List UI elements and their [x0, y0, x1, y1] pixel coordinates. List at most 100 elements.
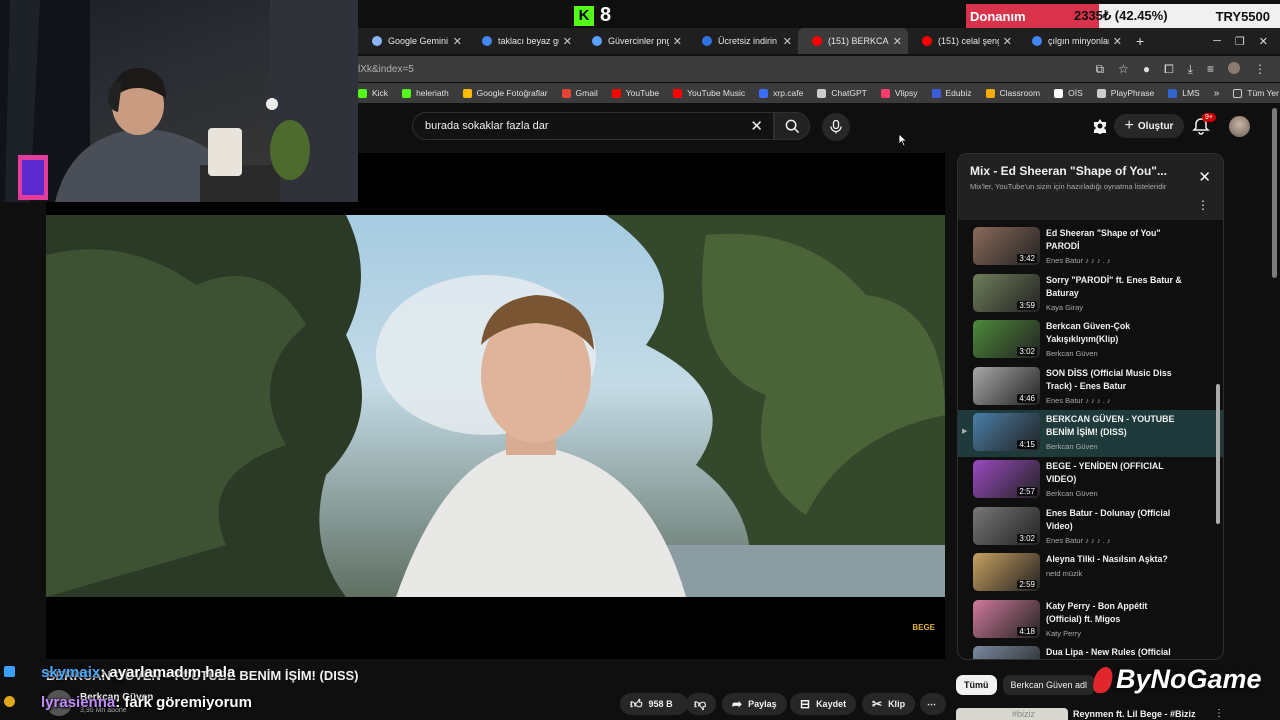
playlist-more-icon[interactable]: ⋮	[1197, 198, 1209, 212]
restore-icon[interactable]: ❐	[1235, 35, 1245, 48]
playlist-title[interactable]: Mix - Ed Sheeran "Shape of You"...	[970, 164, 1180, 178]
playlist-item-title: Ed Sheeran "Shape of You" PARODİ	[1046, 228, 1161, 251]
next-video-thumbnail[interactable]: #biziz	[956, 708, 1068, 720]
playlist-item-title: SON DİSS (Official Music Diss Track) - E…	[1046, 367, 1172, 391]
playlist-item-title: BERKCAN GÜVEN - YOUTUBE BENİM İŞİM! (DIS…	[1046, 414, 1175, 438]
bookmark-label: Classroom	[999, 88, 1041, 98]
cast-icon[interactable]: ⧉	[1095, 62, 1104, 77]
chip-bar: Tümü Berkcan Güven adl	[956, 675, 1096, 695]
video-player[interactable]	[46, 215, 945, 597]
playlist-item[interactable]: 2:57 BEGE - YENİDEN (OFFICIAL VIDEO) Berkc…	[958, 457, 1223, 504]
tab-close-icon[interactable]: ✕	[893, 35, 902, 48]
playlist-item[interactable]: 3:59 Sorry "PARODİ" ft. Enes Batur & Batu…	[958, 271, 1223, 318]
bookmark-label: Kick	[372, 88, 389, 98]
bookmark-item[interactable]: Classroom	[985, 88, 1041, 98]
playlist-item-title: BEGE - YENİDEN (OFFICIAL VIDEO)	[1046, 460, 1164, 484]
url-text[interactable]: lXk&index=5	[358, 64, 414, 75]
chat-username: skymaix	[41, 664, 101, 681]
bookmark-label: PlayPhrase	[1110, 88, 1155, 98]
bookmark-item[interactable]: ChatGPT	[817, 88, 867, 98]
dislike-button[interactable]: 👎︎	[686, 693, 716, 715]
next-video-more-icon[interactable]: ⋮	[1214, 708, 1224, 719]
bookmark-item[interactable]: Edubiz	[931, 88, 972, 98]
bookmarks-overflow-icon[interactable]: »	[1214, 88, 1220, 99]
tab-close-icon[interactable]: ✕	[783, 35, 792, 48]
new-tab-button[interactable]: +	[1136, 33, 1144, 49]
close-window-icon[interactable]: ✕	[1259, 35, 1268, 48]
bookmark-item[interactable]: OİS	[1054, 88, 1083, 98]
tab-close-icon[interactable]: ✕	[1113, 35, 1122, 48]
bookmark-item[interactable]: Gmail	[561, 88, 598, 98]
clip-button[interactable]: ✂ Klip	[862, 693, 916, 715]
tab-label: çılgın minyonlar w	[1048, 36, 1109, 46]
download-icon[interactable]: ⤓	[1188, 62, 1193, 77]
video-duration: 3:02	[1017, 533, 1037, 543]
tab-label: (151) celal şengör	[938, 36, 999, 46]
extension-icon[interactable]: ●	[1143, 62, 1150, 77]
bookmark-item[interactable]: YouTube	[611, 88, 660, 98]
next-video-title[interactable]: Reynmen ft. Lil Bege - #Biziz	[1073, 709, 1196, 719]
bookmark-item[interactable]: xrp.cafe	[759, 88, 803, 98]
bookmark-item[interactable]: LMS	[1168, 88, 1200, 98]
chip-channel[interactable]: Berkcan Güven adl	[1002, 675, 1096, 695]
more-actions-button[interactable]: ⋯	[920, 693, 946, 715]
playlist-item[interactable]: 3:02 Berkcan Güven-Çok Yakışıklıyım(Klip)…	[958, 317, 1223, 364]
playlist-item[interactable]: 4:46 SON DİSS (Official Music Diss Track)…	[958, 364, 1223, 411]
mouse-cursor-icon	[898, 133, 908, 147]
profile-avatar[interactable]	[1228, 61, 1240, 74]
tab-close-icon[interactable]: ✕	[453, 35, 462, 48]
playlist-item[interactable]: 3:42 Ed Sheeran "Shape of You" PARODİ Enes…	[958, 224, 1223, 271]
bookmark-label: YouTube	[625, 88, 660, 98]
bookmark-label: heleriath	[416, 88, 449, 98]
cast-to-tv-icon[interactable]	[1092, 118, 1108, 135]
browser-tab[interactable]: Google Gemini ✕	[358, 28, 468, 54]
playlist-item-channel: Kaya Giray	[1046, 302, 1084, 312]
search-input[interactable]: burada sokaklar fazla dar ✕	[412, 112, 774, 140]
playlist-item[interactable]: 2:59 Aleyna Tilki - Nasılsın Aşkta? netd m…	[958, 550, 1223, 597]
voice-search-button[interactable]	[822, 113, 850, 141]
bookmark-star-icon[interactable]: ☆	[1118, 62, 1129, 77]
playlist-item[interactable]: 4:18 Katy Perry - Bon Appétit (Official) …	[958, 597, 1223, 644]
playlist-scrollbar[interactable]	[1216, 384, 1220, 524]
browser-tab[interactable]: (151) celal şengör ✕	[908, 28, 1018, 54]
browser-tab[interactable]: taklacı beyaz güv ✕	[468, 28, 578, 54]
tab-close-icon[interactable]: ✕	[563, 35, 572, 48]
playlist-item[interactable]: ▶ 4:15 BERKCAN GÜVEN - YOUTUBE BENİM İŞİM!…	[958, 410, 1223, 457]
like-button[interactable]: 👍︎ 958 B	[620, 693, 688, 715]
account-avatar[interactable]	[1229, 116, 1250, 137]
bookmark-item[interactable]: Google Fotoğraflar	[462, 88, 548, 98]
bookmark-item[interactable]: Kick	[358, 88, 388, 98]
bookmark-item[interactable]: PlayPhrase	[1096, 88, 1155, 98]
save-label: Kaydet	[816, 699, 847, 709]
clear-search-icon[interactable]: ✕	[750, 117, 763, 135]
media-icon[interactable]: ≡	[1207, 62, 1214, 77]
tab-close-icon[interactable]: ✕	[673, 35, 682, 48]
address-bar[interactable]: lXk&index=5 ⧉ ☆ ● ⧠ ⤓ ≡ ⋮	[358, 56, 1280, 82]
chat-badge-icon	[4, 666, 15, 677]
chip-all[interactable]: Tümü	[956, 675, 997, 695]
save-button[interactable]: ⊟ Kaydet	[790, 693, 857, 715]
microphone-icon	[830, 120, 842, 134]
search-button[interactable]	[774, 112, 810, 140]
bookmark-item[interactable]: heleriath	[402, 88, 449, 98]
notifications-button[interactable]: 9+	[1192, 113, 1216, 137]
create-button[interactable]: + Oluştur	[1114, 114, 1184, 138]
browser-tab[interactable]: çılgın minyonlar w ✕	[1018, 28, 1128, 54]
all-bookmarks[interactable]: Tüm Yer İşaretleri	[1233, 88, 1280, 98]
share-button[interactable]: ➦ Paylaş	[722, 693, 787, 715]
minimize-icon[interactable]: ─	[1213, 35, 1221, 48]
page-scrollbar[interactable]	[1272, 108, 1277, 278]
tab-label: (151) BERKCAN G	[828, 36, 889, 46]
puzzle-icon[interactable]: ⧠	[1164, 62, 1174, 77]
playlist-thumbnail: 3:59	[973, 273, 1040, 312]
browser-tab[interactable]: Güvercinler png | ✕	[578, 28, 688, 54]
bookmark-item[interactable]: YouTube Music	[673, 88, 745, 98]
bookmark-item[interactable]: Vlipsy	[880, 88, 918, 98]
menu-icon[interactable]: ⋮	[1254, 62, 1266, 77]
close-playlist-icon[interactable]: ✕	[1198, 168, 1211, 186]
playlist-item[interactable]: Dua Lipa - New Rules (Official	[958, 643, 1223, 659]
browser-tab[interactable]: (151) BERKCAN G ✕	[798, 28, 908, 54]
tab-close-icon[interactable]: ✕	[1003, 35, 1012, 48]
browser-tab[interactable]: Ücretsiz indirin | C ✕	[688, 28, 798, 54]
playlist-item[interactable]: 3:02 Enes Batur - Dolunay (Official Video…	[958, 504, 1223, 551]
